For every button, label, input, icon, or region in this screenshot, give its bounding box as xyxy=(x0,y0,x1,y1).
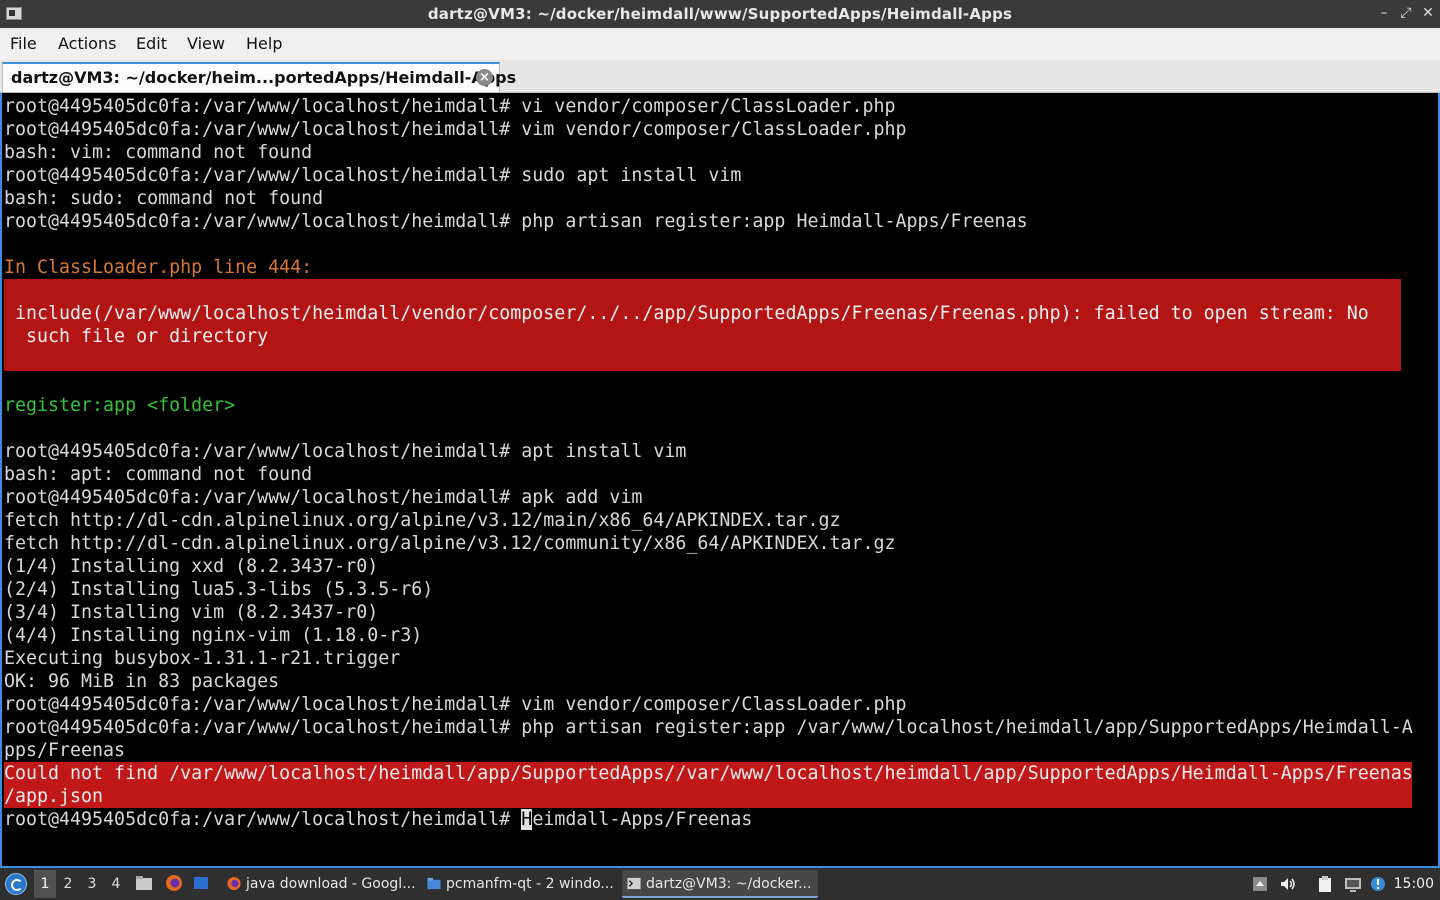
current-input: eimdall-Apps/Freenas xyxy=(532,809,753,830)
terminal-line: fetch http://dl-cdn.alpinelinux.org/alpi… xyxy=(4,533,896,554)
terminal-line: bash: apt: command not found xyxy=(4,464,313,485)
terminal-line: root@4495405dc0fa:/var/www/localhost/hei… xyxy=(4,441,687,462)
task-file-manager[interactable]: pcmanfm-qt - 2 windo... xyxy=(422,870,618,898)
network-icon[interactable] xyxy=(1344,875,1362,893)
menu-actions[interactable]: Actions xyxy=(58,34,116,53)
taskbar: 1 2 3 4 java download - Googl... pcmanfm… xyxy=(0,868,1440,900)
terminal-line: root@4495405dc0fa:/var/www/localhost/hei… xyxy=(4,165,742,186)
exception-line: include(/var/www/localhost/heimdall/vend… xyxy=(4,303,1369,324)
minimize-button[interactable]: – xyxy=(1376,5,1392,21)
terminal-icon xyxy=(627,877,641,890)
terminal-line: bash: sudo: command not found xyxy=(4,188,324,209)
terminal-line: root@4495405dc0fa:/var/www/localhost/hei… xyxy=(4,717,1413,738)
terminal-line: OK: 96 MiB in 83 packages xyxy=(4,671,280,692)
terminal-line: (4/4) Installing nginx-vim (1.18.0-r3) xyxy=(4,625,423,646)
tab-terminal[interactable]: dartz@VM3: ~/docker/heim...portedApps/He… xyxy=(2,62,516,92)
close-window-button[interactable]: ✕ xyxy=(1420,5,1436,21)
terminal-line: (1/4) Installing xxd (8.2.3437-r0) xyxy=(4,556,379,577)
terminal-line: bash: vim: command not found xyxy=(4,142,313,163)
task-label: java download - Googl... xyxy=(246,876,416,892)
exception-header: In ClassLoader.php line 444: xyxy=(4,257,313,278)
clipboard-icon[interactable] xyxy=(1316,875,1334,893)
terminal-line: (2/4) Installing lua5.3-libs (5.3.5-r6) xyxy=(4,579,434,600)
firefox-icon[interactable] xyxy=(165,874,183,892)
tab-bar: dartz@VM3: ~/docker/heim...portedApps/He… xyxy=(0,60,1440,93)
terminal-line: pps/Freenas xyxy=(4,740,126,761)
task-firefox[interactable]: java download - Googl... xyxy=(222,870,418,898)
terminal-line: Executing busybox-1.31.1-r21.trigger xyxy=(4,648,401,669)
start-menu-icon[interactable] xyxy=(5,873,27,895)
terminal-output[interactable]: root@4495405dc0fa:/var/www/localhost/hei… xyxy=(0,93,1440,867)
task-label: dartz@VM3: ~/docker... xyxy=(646,876,812,892)
exception-line: such file or directory xyxy=(4,326,269,347)
terminal-line: root@4495405dc0fa:/var/www/localhost/hei… xyxy=(4,96,896,117)
exception-block: include(/var/www/localhost/heimdall/vend… xyxy=(4,279,1401,371)
text-cursor: H xyxy=(521,809,533,830)
terminal-line: root@4495405dc0fa:/var/www/localhost/hei… xyxy=(4,694,907,715)
maximize-button[interactable]: ⤢ xyxy=(1398,5,1414,21)
task-terminal[interactable]: dartz@VM3: ~/docker... xyxy=(622,870,818,898)
prompt: root@4495405dc0fa:/var/www/localhost/hei… xyxy=(4,809,522,830)
notification-icon[interactable] xyxy=(1369,875,1387,893)
menubar: File Actions Edit View Help xyxy=(0,28,1440,60)
volume-icon[interactable] xyxy=(1279,875,1297,893)
terminal-line: root@4495405dc0fa:/var/www/localhost/hei… xyxy=(4,119,907,140)
error-line: Could not find /var/www/localhost/heimda… xyxy=(4,762,1413,785)
menu-help[interactable]: Help xyxy=(246,34,282,53)
prompt-line: root@4495405dc0fa:/var/www/localhost/hei… xyxy=(4,808,752,831)
terminal-line: root@4495405dc0fa:/var/www/localhost/hei… xyxy=(4,211,1028,232)
file-manager-icon[interactable] xyxy=(135,874,153,892)
tab-close-icon[interactable]: × xyxy=(476,69,493,86)
menu-edit[interactable]: Edit xyxy=(136,34,167,53)
firefox-icon xyxy=(227,876,241,891)
eject-icon[interactable] xyxy=(1251,875,1269,893)
terminal-line: root@4495405dc0fa:/var/www/localhost/hei… xyxy=(4,487,643,508)
window-title: dartz@VM3: ~/docker/heimdall/www/Support… xyxy=(427,5,1013,23)
desktop-switcher-2[interactable]: 2 xyxy=(58,876,78,892)
task-label: pcmanfm-qt - 2 windo... xyxy=(446,876,614,892)
menu-view[interactable]: View xyxy=(187,34,225,53)
terminal-line: (3/4) Installing vim (8.2.3437-r0) xyxy=(4,602,379,623)
clock[interactable]: 15:00 xyxy=(1394,876,1434,892)
terminal-line: fetch http://dl-cdn.alpinelinux.org/alpi… xyxy=(4,510,841,531)
usage-line: register:app <folder> xyxy=(4,395,236,416)
error-line: /app.json xyxy=(4,785,1412,808)
show-desktop-icon[interactable] xyxy=(192,874,210,892)
window-titlebar[interactable]: dartz@VM3: ~/docker/heimdall/www/Support… xyxy=(0,0,1440,28)
folder-icon xyxy=(427,877,441,890)
desktop-switcher-4[interactable]: 4 xyxy=(106,876,126,892)
menu-file[interactable]: File xyxy=(10,34,37,53)
tab-label: dartz@VM3: ~/docker/heim...portedApps/He… xyxy=(11,68,517,87)
desktop-switcher-1[interactable]: 1 xyxy=(34,870,56,898)
desktop-switcher-3[interactable]: 3 xyxy=(82,876,102,892)
